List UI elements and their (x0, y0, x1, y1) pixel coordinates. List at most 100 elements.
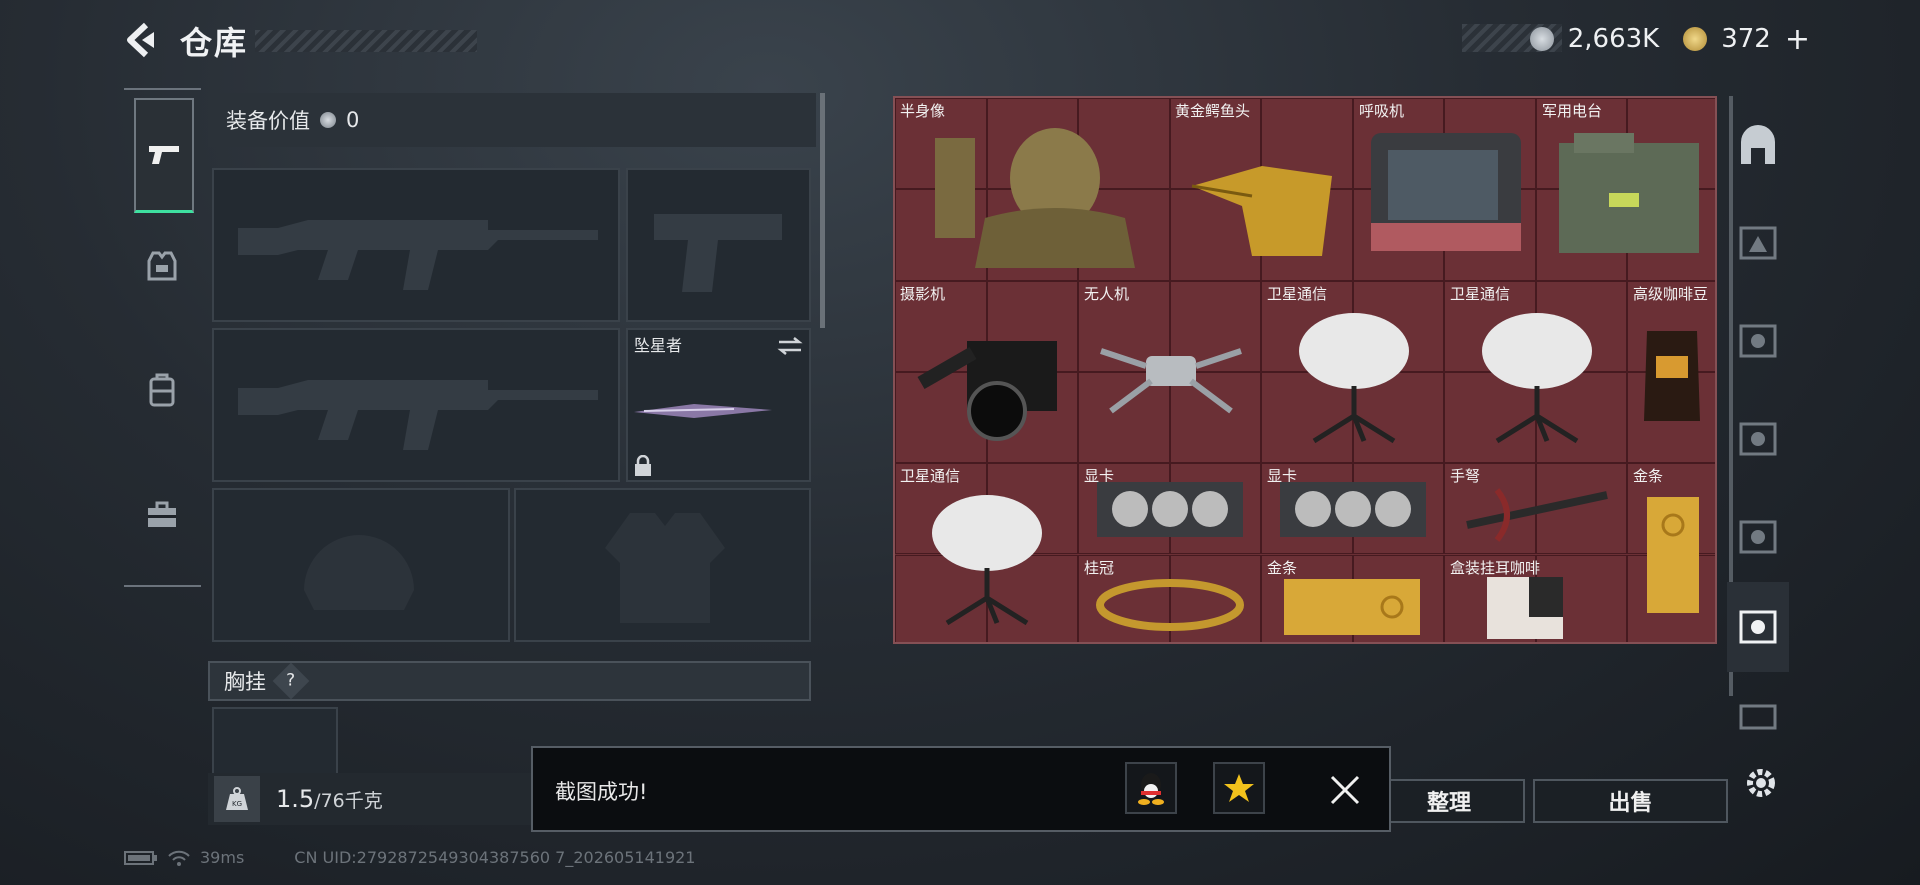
swap-icon[interactable] (777, 336, 803, 356)
stash-page-icon (1739, 324, 1777, 358)
close-icon[interactable] (1329, 774, 1361, 810)
stash-item-gpu[interactable]: 显卡 (1262, 463, 1445, 555)
loadout-scrollbar[interactable] (820, 93, 825, 328)
stash-item-camera[interactable]: 摄影机 (895, 281, 1079, 463)
satellite-dish-icon (1299, 313, 1409, 444)
battery-icon (124, 850, 157, 865)
satellite-dish-icon (1482, 313, 1592, 444)
item-label: 卫星通信 (1450, 285, 1511, 303)
armor-silhouette-icon (605, 513, 725, 623)
armor-slot[interactable] (514, 488, 811, 642)
coffee-box-icon (1487, 577, 1563, 639)
item-label: 黄金鳄鱼头 (1175, 102, 1251, 120)
screenshot-toast: 截图成功! (531, 746, 1391, 832)
stash-item-satellite-comm[interactable]: 卫星通信 (1445, 281, 1628, 463)
secondary-weapon-slot[interactable] (212, 328, 620, 482)
stash-item-laurel-crown[interactable]: 桂冠 (1079, 555, 1262, 642)
weight-current: 1.5 (276, 785, 315, 813)
equipment-value-bar: 装备价值 0 (208, 93, 816, 147)
share-qq-button[interactable] (1125, 762, 1177, 814)
stash-overview-button[interactable] (1733, 122, 1783, 172)
qq-penguin-icon (1138, 773, 1164, 805)
item-label: 金条 (1267, 559, 1298, 577)
nav-backpack[interactable] (134, 362, 190, 418)
stash-page-1[interactable] (1733, 218, 1783, 268)
nav-case[interactable] (134, 487, 190, 543)
stash-page-3[interactable] (1733, 414, 1783, 464)
stash-page-icon (1739, 520, 1777, 554)
stash-item-gold-bar[interactable]: 金条 (1628, 463, 1715, 642)
gpu-icon (1280, 482, 1426, 537)
loadout-panel: 装备价值 0 坠星者 胸挂 ? KG 1.5 /76千克 (208, 93, 825, 833)
lock-icon (635, 455, 651, 476)
stash-item-military-radio[interactable]: 军用电台 (1537, 98, 1715, 281)
qzone-star-icon (1224, 774, 1254, 802)
crossbow-icon (1466, 488, 1608, 542)
rifle-silhouette-icon (238, 220, 598, 290)
gold-amount: 372 (1721, 24, 1771, 54)
stash-item-drone[interactable]: 无人机 (1079, 281, 1262, 463)
toast-message: 截图成功! (555, 780, 648, 804)
backpack-icon (149, 373, 175, 407)
weight-max: /76千克 (314, 789, 383, 812)
melee-slot[interactable]: 坠星者 (626, 328, 811, 482)
stash-page-icon (1739, 422, 1777, 456)
chest-rig-slot[interactable] (212, 707, 338, 777)
nav-weapons[interactable] (134, 98, 194, 213)
nav-armor[interactable] (134, 238, 190, 294)
stash-item-premium-coffee[interactable]: 高级咖啡豆 (1628, 281, 1715, 463)
stash-item-crossbow[interactable]: 手弩 (1445, 463, 1628, 555)
camera-icon (917, 341, 1057, 441)
helmet-silhouette-icon (304, 535, 414, 610)
bust-icon (935, 128, 1135, 268)
stash-item-satellite-comm[interactable]: 卫星通信 (895, 463, 1079, 642)
share-qzone-button[interactable] (1213, 762, 1265, 814)
satellite-dish-icon (932, 495, 1042, 626)
stash-page-4[interactable] (1733, 512, 1783, 562)
silver-coin-icon (320, 112, 336, 128)
rifle-silhouette-icon (238, 380, 598, 450)
stash-page-6[interactable] (1733, 692, 1783, 742)
ventilator-icon (1371, 133, 1521, 251)
equipment-value-label: 装备价值 (226, 109, 310, 133)
sidearm-slot[interactable] (626, 168, 811, 322)
gold-bar-icon (1647, 497, 1699, 613)
gold-croc-head-icon (1191, 166, 1332, 256)
add-currency-button[interactable]: + (1785, 22, 1810, 57)
stash-page-5-active[interactable] (1727, 582, 1789, 672)
loadout-category-nav (124, 88, 201, 587)
silver-amount: 2,663K (1567, 24, 1660, 54)
primary-weapon-slot[interactable] (212, 168, 620, 322)
stash-page-icon (1739, 704, 1777, 730)
stash-item-satellite-comm[interactable]: 卫星通信 (1262, 281, 1445, 463)
silver-coin-icon (1529, 27, 1554, 51)
settings-gear-icon[interactable] (1743, 765, 1779, 805)
stash-item-drip-coffee-box[interactable]: 盒装挂耳咖啡 (1445, 555, 1628, 642)
item-label: 摄影机 (900, 285, 946, 303)
ping-value: 39ms (200, 848, 245, 867)
item-label: 军用电台 (1542, 102, 1603, 120)
drone-icon (1100, 348, 1242, 414)
vest-icon (147, 251, 177, 281)
item-label: 卫星通信 (900, 467, 961, 485)
item-label: 金条 (1633, 467, 1664, 485)
helmet-slot[interactable] (212, 488, 510, 642)
stash-item-bust[interactable]: 半身像 (895, 98, 1170, 281)
sell-button[interactable]: 出售 (1533, 779, 1728, 823)
stash-home-icon (1741, 125, 1775, 164)
chest-rig-header: 胸挂 ? (208, 661, 811, 701)
weight-icon: KG (214, 776, 260, 822)
stash-item-gpu[interactable]: 显卡 (1079, 463, 1262, 555)
back-arrow-icon[interactable] (124, 22, 158, 58)
stash-page-2[interactable] (1733, 316, 1783, 366)
stash-item-ventilator[interactable]: 呼吸机 (1354, 98, 1537, 281)
page-title: 仓库 (180, 24, 249, 62)
stash-item-gold-croc-head[interactable]: 黄金鳄鱼头 (1170, 98, 1354, 281)
svg-text:KG: KG (232, 800, 242, 808)
briefcase-icon (148, 501, 176, 527)
item-label: 高级咖啡豆 (1633, 285, 1709, 303)
sort-button[interactable]: 整理 (1373, 779, 1525, 823)
stash-item-gold-bar[interactable]: 金条 (1262, 555, 1445, 642)
item-label: 呼吸机 (1359, 102, 1405, 120)
help-icon[interactable]: ? (272, 662, 310, 700)
